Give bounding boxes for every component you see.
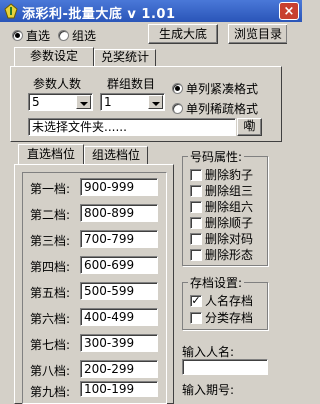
tab-params[interactable]: 参数设定 xyxy=(14,47,94,66)
radio-compact-dot[interactable] xyxy=(172,83,183,94)
group-count-value: 1 xyxy=(104,95,112,109)
tab-group-levels[interactable]: 组选档位 xyxy=(84,146,148,164)
param-count-dropdown[interactable]: 5 xyxy=(28,93,93,111)
generate-button[interactable]: 生成大底 xyxy=(148,24,218,44)
radio-direct-dot[interactable] xyxy=(12,30,23,41)
radio-group-dot[interactable] xyxy=(58,30,69,41)
radio-compact-format[interactable]: 单列紧凑格式 xyxy=(172,80,258,97)
group-count-dropdown[interactable]: 1 xyxy=(100,93,165,111)
folder-path-field[interactable]: 未选择文件夹...... xyxy=(28,118,236,136)
radio-sparse-dot[interactable] xyxy=(172,103,183,114)
group-count-label: 群组数目 xyxy=(107,77,156,91)
radio-direct[interactable]: 直选 xyxy=(12,27,50,44)
level-6-input[interactable]: 400-499 xyxy=(80,308,158,326)
param-count-value: 5 xyxy=(32,95,40,109)
checkbox-box[interactable] xyxy=(190,216,202,229)
level-3-label: 第三档: xyxy=(30,234,71,248)
level-8-input[interactable]: 200-299 xyxy=(80,360,158,378)
level-8-label: 第八档: xyxy=(30,364,71,378)
title-bar: 添彩利-批量大底 v 1.01 × xyxy=(0,0,302,22)
folder-select-button[interactable]: 嘞 xyxy=(237,118,262,136)
window-title: 添彩利-批量大底 v 1.01 xyxy=(22,7,176,22)
period-input-label: 输入期号: xyxy=(182,383,235,397)
param-count-label: 参数人数 xyxy=(33,77,82,91)
level-2-input[interactable]: 800-899 xyxy=(80,204,158,222)
checkbox-box[interactable] xyxy=(190,184,202,197)
tab-direct-levels[interactable]: 直选档位 xyxy=(18,144,84,164)
radio-compact-label: 单列紧凑格式 xyxy=(186,82,259,96)
radio-group-label: 组选 xyxy=(72,29,97,43)
level-9-label: 第九档: xyxy=(30,385,71,399)
tab-prize-stats[interactable]: 兑奖统计 xyxy=(94,49,156,66)
level-5-label: 第五档: xyxy=(30,286,71,300)
level-7-input[interactable]: 300-399 xyxy=(80,334,158,352)
browse-directory-button[interactable]: 浏览目录 xyxy=(228,24,288,44)
delete-pair-checkbox[interactable]: 删除对码 xyxy=(190,230,253,247)
level-2-label: 第二档: xyxy=(30,208,71,222)
level-1-label: 第一档: xyxy=(30,182,71,196)
checkmark-icon[interactable]: ✓ xyxy=(190,294,202,307)
name-input-label: 输入人名: xyxy=(182,345,235,359)
category-archive-checkbox[interactable]: 分类存档 xyxy=(190,309,253,326)
storage-settings-label: 存档设置: xyxy=(188,274,245,291)
delete-pattern-checkbox[interactable]: 删除形态 xyxy=(190,246,253,263)
name-input[interactable] xyxy=(182,359,268,375)
delete-straight-checkbox[interactable]: 删除顺子 xyxy=(190,214,253,231)
close-button[interactable]: × xyxy=(279,2,299,20)
delete-group-three-checkbox[interactable]: 删除组三 xyxy=(190,182,253,199)
level-3-input[interactable]: 700-799 xyxy=(80,230,158,248)
app-logo-icon xyxy=(4,3,18,19)
delete-group-six-checkbox[interactable]: 删除组六 xyxy=(190,198,253,215)
checkbox-box[interactable] xyxy=(190,232,202,245)
radio-direct-label: 直选 xyxy=(26,29,51,43)
level-5-input[interactable]: 500-599 xyxy=(80,282,158,300)
chevron-down-icon[interactable] xyxy=(148,95,163,109)
level-6-label: 第六档: xyxy=(30,312,71,326)
checkbox-box[interactable] xyxy=(190,200,202,213)
level-9-input[interactable]: 100-199 xyxy=(80,381,158,397)
level-4-label: 第四档: xyxy=(30,260,71,274)
level-7-label: 第七档: xyxy=(30,338,71,352)
number-attributes-label: 号码属性: xyxy=(188,148,245,165)
level-4-input[interactable]: 600-699 xyxy=(80,256,158,274)
radio-sparse-label: 单列稀疏格式 xyxy=(186,102,259,116)
delete-leopard-checkbox[interactable]: 删除豹子 xyxy=(190,166,253,183)
chevron-down-icon[interactable] xyxy=(76,95,91,109)
checkbox-box[interactable] xyxy=(190,311,202,324)
name-archive-checkbox[interactable]: ✓ 人名存档 xyxy=(190,292,253,309)
level-1-input[interactable]: 900-999 xyxy=(80,178,158,196)
radio-sparse-format[interactable]: 单列稀疏格式 xyxy=(172,100,258,117)
scrollbar[interactable] xyxy=(287,22,302,399)
checkbox-box[interactable] xyxy=(190,248,202,261)
checkbox-box[interactable] xyxy=(190,168,202,181)
radio-group[interactable]: 组选 xyxy=(58,27,96,44)
